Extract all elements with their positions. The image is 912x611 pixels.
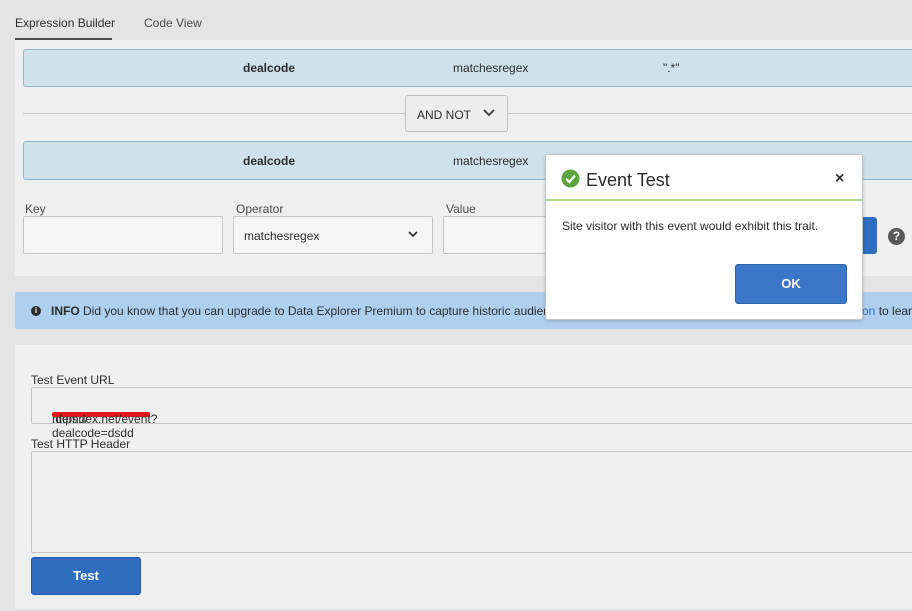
rule-operator: matchesregex (453, 154, 529, 168)
test-header-label: Test HTTP Header (31, 437, 131, 451)
info-tail: to lear (878, 304, 912, 318)
info-banner-tail: on to lear (862, 304, 912, 318)
conjunction-label: AND NOT (417, 108, 471, 122)
operator-label: Operator (236, 202, 284, 216)
rule-row-1[interactable]: dealcode matchesregex ".*" (23, 49, 912, 87)
test-button[interactable]: Test (31, 557, 141, 595)
info-message: Did you know that you can upgrade to Dat… (83, 304, 550, 318)
divider-left (23, 113, 405, 114)
rule-value: ".*" (663, 61, 680, 75)
operator-select-value: matchesregex (244, 229, 320, 243)
url-suffix: .demdex.net/event?dealcode=dsdd (52, 412, 158, 440)
value-label: Value (446, 202, 476, 216)
rule-operator: matchesregex (453, 61, 529, 75)
dialog-message: Site visitor with this event would exhib… (562, 219, 819, 233)
dialog-title: Event Test (586, 170, 670, 190)
tab-expression-builder[interactable]: Expression Builder (15, 16, 115, 30)
learn-more-link[interactable]: on (862, 304, 875, 318)
dialog-header-divider (546, 199, 862, 201)
key-label: Key (25, 202, 46, 216)
key-input[interactable] (23, 216, 223, 254)
test-url-label: Test Event URL (31, 373, 115, 387)
chevron-down-icon (483, 109, 495, 117)
rule-key: dealcode (243, 154, 296, 168)
info-banner-text: INFO Did you know that you can upgrade t… (51, 304, 550, 318)
divider-right (508, 113, 912, 114)
close-icon[interactable]: × (835, 170, 844, 188)
operator-select[interactable]: matchesregex (233, 216, 433, 254)
ok-button[interactable]: OK (735, 264, 847, 304)
check-circle-icon (561, 169, 580, 188)
tab-code-view[interactable]: Code View (144, 16, 202, 30)
info-icon: i (31, 306, 41, 316)
help-icon[interactable]: ? (888, 228, 905, 245)
rule-key: dealcode (243, 61, 296, 75)
conjunction-dropdown[interactable]: AND NOT (405, 95, 508, 132)
chevron-down-icon (408, 231, 418, 238)
test-header-textarea[interactable] (31, 451, 912, 553)
info-badge: INFO (51, 304, 80, 318)
test-url-input[interactable]: https://.demdex.net/event?dealcode=dsdd (31, 387, 912, 440)
